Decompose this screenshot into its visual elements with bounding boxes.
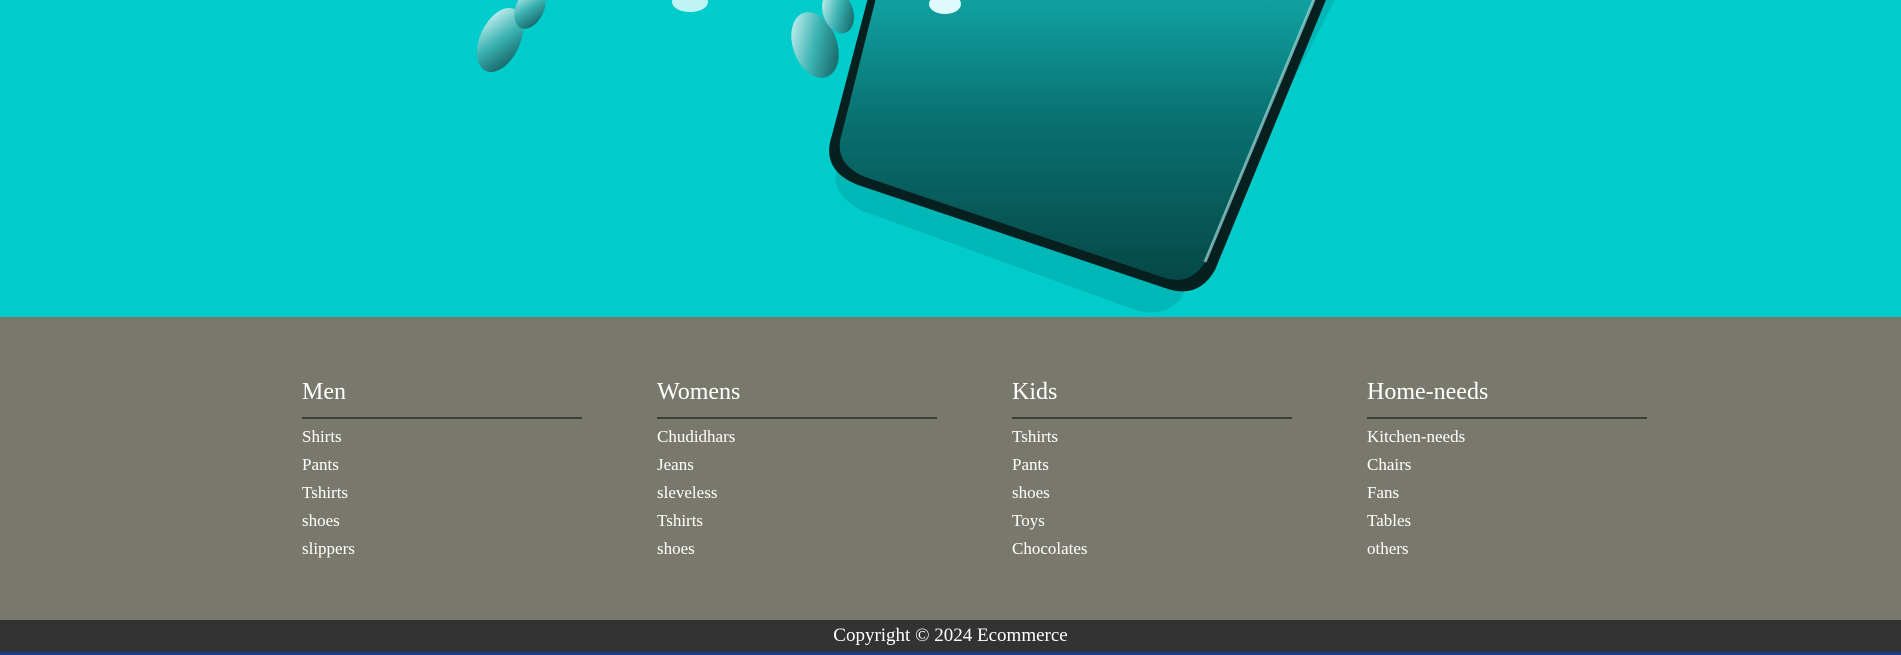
footer-link[interactable]: Pants — [1012, 451, 1292, 479]
footer-link[interactable]: sleveless — [657, 479, 937, 507]
hero-banner — [0, 0, 1901, 317]
footer-link[interactable]: shoes — [302, 507, 582, 535]
footer-link[interactable]: shoes — [657, 535, 937, 563]
footer-link[interactable]: Pants — [302, 451, 582, 479]
footer-link-list: Kitchen-needs Chairs Fans Tables others — [1367, 423, 1647, 563]
footer-column-title: Womens — [657, 378, 937, 419]
footer-column-home-needs: Home-needs Kitchen-needs Chairs Fans Tab… — [1367, 378, 1647, 563]
copyright-text: Copyright © 2024 Ecommerce — [833, 625, 1068, 646]
footer-column-kids: Kids Tshirts Pants shoes Toys Chocolates — [1012, 378, 1292, 563]
footer: Men Shirts Pants Tshirts shoes slippers … — [0, 317, 1901, 620]
copyright-bar: Copyright © 2024 Ecommerce — [0, 620, 1901, 652]
footer-link[interactable]: slippers — [302, 535, 582, 563]
footer-column-men: Men Shirts Pants Tshirts shoes slippers — [302, 378, 582, 563]
footer-column-title: Home-needs — [1367, 378, 1647, 419]
footer-column-title: Kids — [1012, 378, 1292, 419]
footer-link[interactable]: Toys — [1012, 507, 1292, 535]
footer-link[interactable]: Chudidhars — [657, 423, 937, 451]
footer-column-womens: Womens Chudidhars Jeans sleveless Tshirt… — [657, 378, 937, 563]
footer-link-list: Tshirts Pants shoes Toys Chocolates — [1012, 423, 1292, 563]
footer-link[interactable]: Tshirts — [657, 507, 937, 535]
footer-column-title: Men — [302, 378, 582, 419]
footer-link[interactable]: Chocolates — [1012, 535, 1292, 563]
footer-link[interactable]: Jeans — [657, 451, 937, 479]
footer-link[interactable]: others — [1367, 535, 1647, 563]
footer-link[interactable]: Tshirts — [1012, 423, 1292, 451]
footer-link[interactable]: Kitchen-needs — [1367, 423, 1647, 451]
footer-link[interactable]: Shirts — [302, 423, 582, 451]
footer-link-list: Shirts Pants Tshirts shoes slippers — [302, 423, 582, 563]
phone-product-image — [476, 0, 1335, 313]
footer-link[interactable]: Chairs — [1367, 451, 1647, 479]
footer-link[interactable]: Tshirts — [302, 479, 582, 507]
footer-link-list: Chudidhars Jeans sleveless Tshirts shoes — [657, 423, 937, 563]
footer-link[interactable]: Fans — [1367, 479, 1647, 507]
footer-link[interactable]: shoes — [1012, 479, 1292, 507]
footer-link[interactable]: Tables — [1367, 507, 1647, 535]
